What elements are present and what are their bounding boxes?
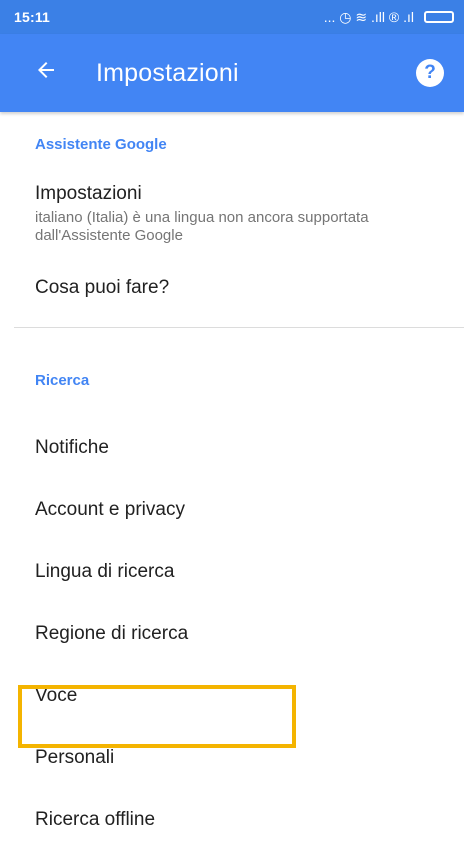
battery-icon bbox=[424, 11, 454, 23]
back-button[interactable] bbox=[16, 43, 76, 103]
assistant-settings-item[interactable]: Impostazioni italiano (Italia) è una lin… bbox=[0, 153, 464, 245]
search-item-account-privacy[interactable]: Account e privacy bbox=[0, 479, 464, 541]
app-bar: Impostazioni ? bbox=[0, 34, 464, 112]
search-item-notifications[interactable]: Notifiche bbox=[0, 417, 464, 479]
item-label: Lingua di ricerca bbox=[35, 561, 175, 582]
item-label: Regione di ricerca bbox=[35, 623, 189, 644]
assistant-settings-subtitle: italiano (Italia) è una lingua non ancor… bbox=[35, 209, 369, 244]
assistant-settings-title: Impostazioni bbox=[35, 183, 142, 204]
help-button[interactable]: ? bbox=[416, 59, 444, 87]
arrow-left-icon bbox=[34, 57, 58, 89]
status-time: 15:11 bbox=[14, 9, 51, 25]
item-label: Ricerca offline bbox=[35, 809, 156, 830]
settings-list: Assistente Google Impostazioni italiano … bbox=[0, 112, 464, 851]
item-label: Voce bbox=[35, 685, 78, 706]
search-item-search-region[interactable]: Regione di ricerca bbox=[0, 603, 464, 665]
page-title: Impostazioni bbox=[96, 58, 239, 87]
item-label: Notifiche bbox=[35, 437, 109, 458]
what-can-you-do-item[interactable]: Cosa puoi fare? bbox=[0, 245, 464, 327]
what-can-you-do-label: Cosa puoi fare? bbox=[35, 277, 170, 298]
status-bar: 15:11 ... ◷ ≋ .ıll ® .ıl bbox=[0, 0, 464, 34]
help-circle-icon: ? bbox=[424, 62, 436, 83]
search-item-personal[interactable]: Personali bbox=[0, 727, 464, 789]
search-item-offline-search[interactable]: Ricerca offline bbox=[0, 789, 464, 851]
item-label: Personali bbox=[35, 747, 115, 768]
search-item-search-language[interactable]: Lingua di ricerca bbox=[0, 541, 464, 603]
section-header-search: Ricerca bbox=[35, 372, 90, 389]
item-label: Account e privacy bbox=[35, 499, 185, 520]
search-item-voice[interactable]: Voce bbox=[0, 665, 464, 727]
status-icons: ... ◷ ≋ .ıll ® .ıl bbox=[324, 9, 454, 26]
section-header-assistant: Assistente Google bbox=[35, 136, 167, 153]
status-icons-text: ... ◷ ≋ .ıll ® .ıl bbox=[323, 8, 414, 25]
